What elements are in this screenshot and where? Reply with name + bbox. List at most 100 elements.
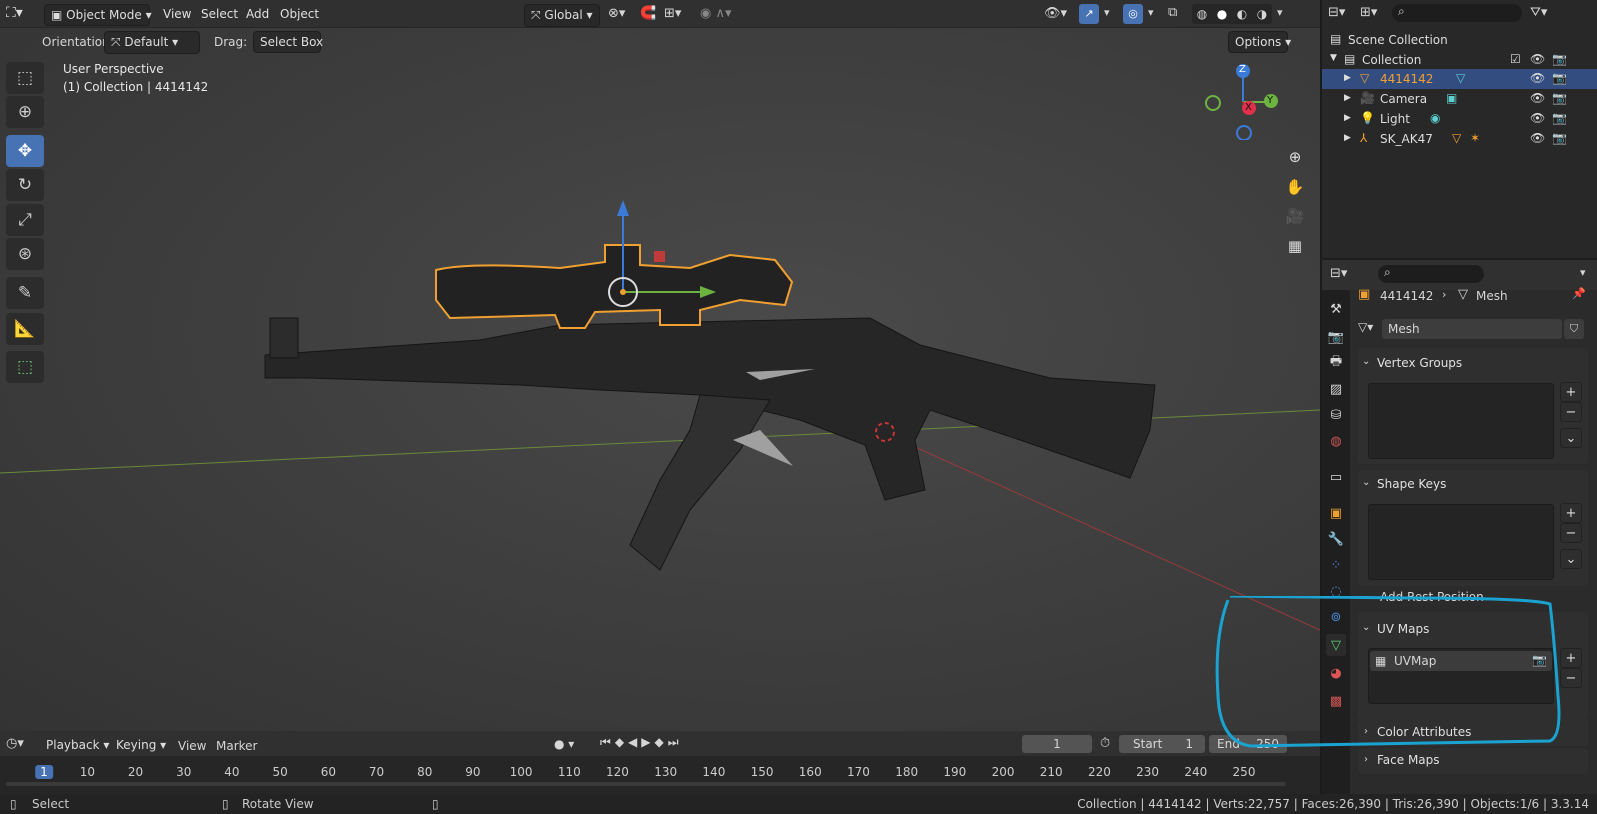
eye-icon[interactable]: 👁 [1530,71,1545,85]
remove-vertex-group-button[interactable]: − [1560,402,1582,422]
record-icon[interactable]: ● ▾ [554,737,574,751]
eye-icon[interactable]: 👁 [1530,131,1545,145]
timeline-scrollbar[interactable] [6,782,1286,786]
expand-arrow-icon[interactable]: ▶ [1344,93,1351,103]
timeline-editor-icon[interactable]: ◷▾ [6,736,24,751]
timeline-menu-keying[interactable]: Keying ▾ [110,735,168,755]
cursor-tool[interactable]: ⊕ [6,96,44,128]
timeline-menu-marker[interactable]: Marker [216,739,257,753]
overlays-icon[interactable]: ◎ [1123,4,1143,24]
remove-shape-key-button[interactable]: − [1560,523,1582,543]
jump-start-icon[interactable]: ⏮ [600,735,615,749]
orientation-dropdown[interactable]: ⤧ Default ▾ [104,31,200,54]
play-icon[interactable]: ▶ [641,735,654,749]
pin-icon[interactable]: 📌 [1572,287,1586,300]
rendered-shading-icon[interactable]: ◑ [1257,7,1267,21]
scene-tab-icon[interactable]: ⛁ [1326,404,1346,426]
snap-target-icon[interactable]: ⊞▾ [664,6,681,21]
options-dropdown[interactable]: Options ▾ [1228,31,1291,53]
annotate-tool[interactable]: ✎ [6,277,44,309]
mesh-datablock-icon[interactable]: ▽▾ [1358,320,1373,334]
material-shading-icon[interactable]: ◐ [1237,7,1247,21]
camera-view-icon[interactable]: 🎥 [1282,203,1308,229]
scene-collection-row[interactable]: ▤ Scene Collection [1322,30,1597,50]
transform-tool[interactable]: ⊛ [6,238,44,270]
shape-keys-header[interactable]: Shape Keys [1377,477,1446,491]
menu-select[interactable]: Select [201,7,238,21]
play-reverse-icon[interactable]: ◀ [628,735,641,749]
collapse-arrow-icon[interactable]: ⌄ [1362,356,1370,367]
overlays-menu-icon[interactable]: ▾ [1148,6,1154,19]
visibility-icon[interactable]: 👁▾ [1044,6,1067,21]
timeline-menu-view[interactable]: View [178,739,206,753]
modifier-tab-icon[interactable]: 🔧 [1326,528,1346,550]
eye-icon[interactable]: 👁 [1530,52,1545,66]
shape-keys-list[interactable] [1368,504,1554,580]
add-cube-tool[interactable]: ⬚ [6,351,44,383]
render-tab-icon[interactable]: 📷 [1326,326,1346,348]
properties-editor-icon[interactable]: ⊟▾ [1330,266,1347,281]
camera-render-icon[interactable]: 📷 [1552,71,1567,85]
current-frame-field[interactable]: 1 [1022,735,1092,753]
particles-tab-icon[interactable]: ⁘ [1326,554,1346,576]
collection-row[interactable]: ▼ ▤ Collection ☑ 👁 📷 [1322,50,1597,70]
jump-end-icon[interactable]: ⏭ [668,735,683,749]
navigation-gizmo[interactable]: Z Y X [1203,60,1283,141]
outliner-editor-icon[interactable]: ⊟▾ [1328,5,1345,20]
outliner-item-4414142[interactable]: ▶ ▽ 4414142 ▽ 👁 📷 [1322,69,1597,89]
expand-arrow-icon[interactable]: ▼ [1330,53,1337,63]
add-vertex-group-button[interactable]: + [1560,382,1582,402]
solid-shading-icon[interactable]: ● [1217,7,1227,21]
camera-render-icon[interactable]: 📷 [1552,111,1567,125]
properties-options-icon[interactable]: ▾ [1580,266,1586,279]
timeline-menu-playback[interactable]: Playback ▾ [40,735,109,755]
checkbox-icon[interactable]: ☑ [1510,52,1521,66]
snap-icon[interactable]: 🧲 [640,6,656,21]
prev-keyframe-icon[interactable]: ◆ [615,735,628,749]
editor-type-icon[interactable]: ⛶▾ [6,5,23,21]
shading-modes[interactable]: ◍ ● ◐ ◑ [1192,4,1272,24]
vertex-groups-header[interactable]: Vertex Groups [1377,356,1462,370]
rotate-tool[interactable]: ↻ [6,169,44,201]
camera-render-icon[interactable]: 📷 [1552,52,1567,66]
shading-menu-icon[interactable]: ▾ [1277,6,1283,19]
next-keyframe-icon[interactable]: ◆ [655,735,668,749]
measure-tool[interactable]: 📐 [6,313,44,345]
tool-tab-icon[interactable]: ⚒ [1326,298,1346,320]
scale-tool[interactable]: ⤢ [6,204,44,236]
move-tool[interactable]: ✥ [6,135,44,167]
filter-icon[interactable]: ⛛▾ [1530,5,1547,20]
eye-icon[interactable]: 👁 [1530,111,1545,125]
expand-arrow-icon[interactable]: ▶ [1344,73,1351,83]
world-tab-icon[interactable]: ◍ [1326,430,1346,452]
eye-icon[interactable]: 👁 [1530,91,1545,105]
collapse-arrow-icon[interactable]: ⌄ [1362,477,1370,488]
proportional-edit-icon[interactable]: ◉ ∧▾ [700,6,732,21]
outliner-item-sk-ak47[interactable]: ▶ ⅄ SK_AK47 ▽ ✶ 👁 📷 [1322,129,1597,149]
pivot-icon[interactable]: ⊗▾ [608,6,625,21]
3d-viewport[interactable] [0,0,1320,731]
display-mode-icon[interactable]: ⊞▾ [1360,5,1377,20]
select-box-tool[interactable]: ⬚ [6,62,44,94]
add-shape-key-button[interactable]: + [1560,503,1582,523]
outliner-search[interactable]: ⌕ [1392,4,1522,22]
mesh-name-field[interactable]: Mesh [1382,319,1562,339]
drag-dropdown[interactable]: Select Box [253,31,323,53]
menu-object[interactable]: Object [280,7,319,21]
properties-search[interactable]: ⌕ [1378,265,1484,283]
object-tab-icon[interactable]: ▣ [1326,502,1346,524]
playback-controls[interactable]: ⏮◆◀▶◆⏭ [600,735,683,750]
shape-key-specials-button[interactable]: ⌄ [1560,549,1582,569]
wireframe-shading-icon[interactable]: ◍ [1197,7,1207,21]
outliner-item-camera[interactable]: ▶ 🎥 Camera ▣ 👁 📷 [1322,89,1597,109]
camera-render-icon[interactable]: 📷 [1552,91,1567,105]
gizmo-toggle-icon[interactable]: ↗ [1079,4,1099,24]
gizmo-menu-icon[interactable]: ▾ [1104,6,1110,19]
menu-add[interactable]: Add [246,7,269,21]
expand-arrow-icon[interactable]: ▶ [1344,133,1351,143]
output-tab-icon[interactable]: 🖶 [1326,352,1346,374]
xray-icon[interactable]: ⧉ [1168,5,1177,20]
collection-tab-icon[interactable]: ▭ [1326,466,1346,488]
start-frame-field[interactable]: Start 1 [1119,735,1205,753]
ortho-grid-icon[interactable]: ▦ [1282,233,1308,259]
